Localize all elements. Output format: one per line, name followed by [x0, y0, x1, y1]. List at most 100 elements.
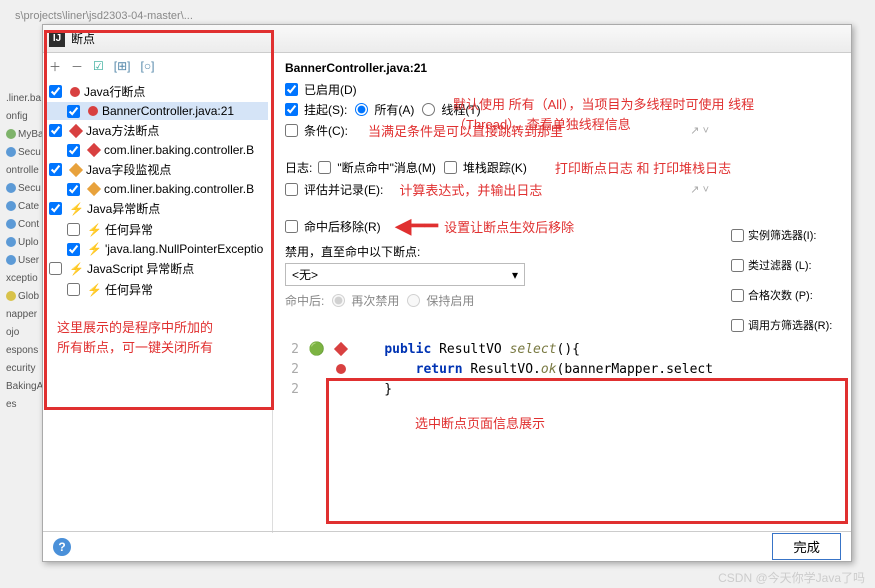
stack-checkbox[interactable] — [444, 161, 457, 174]
hitmsg-checkbox[interactable] — [318, 161, 331, 174]
expand-icon[interactable]: ↗ ˅ — [690, 124, 709, 137]
condition-label: 条件(C): — [304, 122, 348, 139]
left-panel: ＋ － ☑ [⊞] [○] Java行断点 BannerController.ja… — [43, 53, 273, 533]
keep-label: 保持启用 — [426, 292, 474, 309]
tree-item[interactable]: Java字段监视点 — [47, 159, 268, 180]
disable-until-label: 禁用，直至命中以下断点: — [285, 243, 420, 260]
line-bp-icon — [336, 364, 346, 374]
tree-label: 任何异常 — [105, 221, 153, 238]
right-panel: BannerController.java:21 已启用(D) 挂起(S): 所… — [273, 53, 851, 533]
tree-item[interactable]: BannerController.java:21 — [47, 102, 268, 120]
breakpoints-dialog: IJ 断点 ＋ － ☑ [⊞] [○] Java行断点 BannerControl… — [42, 24, 852, 562]
suspend-thread-radio[interactable] — [422, 103, 435, 116]
tree-item[interactable]: ⚡'java.lang.NullPointerExceptio — [47, 240, 268, 258]
tree-label: 'java.lang.NullPointerExceptio — [105, 242, 263, 256]
tree-checkbox[interactable] — [49, 124, 62, 137]
caller-filter-checkbox[interactable] — [731, 319, 744, 332]
tree-item[interactable]: ⚡任何异常 — [47, 279, 268, 300]
bolt-icon: ⚡ — [69, 262, 84, 276]
passcount-checkbox[interactable] — [731, 289, 744, 302]
tree-label: com.liner.baking.controller.B — [104, 182, 254, 196]
tree-item[interactable]: com.liner.baking.controller.B — [47, 141, 268, 159]
redisable-label: 再次禁用 — [351, 292, 399, 309]
condition-checkbox[interactable] — [285, 124, 298, 137]
bolt-icon: ⚡ — [69, 202, 84, 216]
tree-checkbox[interactable] — [67, 144, 80, 157]
tree-checkbox[interactable] — [67, 243, 80, 256]
tree-checkbox[interactable] — [49, 163, 62, 176]
suspend-checkbox[interactable] — [285, 103, 298, 116]
tree-label: com.liner.baking.controller.B — [104, 143, 254, 157]
class-filter-checkbox[interactable] — [731, 259, 744, 272]
bp-type-icon — [69, 162, 83, 176]
breakpoint-tree[interactable]: Java行断点 BannerController.java:21 Java方法断点 c… — [43, 79, 272, 302]
tree-label: 任何异常 — [105, 281, 153, 298]
tree-checkbox[interactable] — [67, 105, 80, 118]
expand-icon[interactable]: [○] — [141, 59, 155, 73]
method-bp-icon — [334, 342, 348, 356]
tree-checkbox[interactable] — [67, 223, 80, 236]
passcount-label: 合格次数 (P): — [748, 287, 813, 303]
code-preview: 2🟢 public ResultVO select(){ 2 return Re… — [285, 333, 839, 438]
dialog-title: 断点 — [71, 30, 95, 47]
check-icon[interactable]: ☑ — [93, 59, 104, 73]
tree-item[interactable]: ⚡Java异常断点 — [47, 198, 268, 219]
project-tree-partial: .liner.baonfig MyBa Secu ontrolle Secu C… — [0, 90, 42, 414]
annotation-log: 打印断点日志 和 打印堆栈日志 — [555, 158, 731, 177]
expand-icon[interactable]: ↗ ˅ — [690, 183, 709, 196]
tree-label: Java字段监视点 — [86, 161, 171, 178]
bp-type-icon — [88, 106, 98, 116]
redisable-radio — [332, 294, 345, 307]
instance-label: 实例筛选器(I): — [748, 227, 816, 243]
log-label: 日志: — [285, 159, 312, 176]
eval-checkbox[interactable] — [285, 183, 298, 196]
bp-type-icon — [69, 123, 83, 137]
chevron-down-icon: ▾ — [512, 268, 518, 282]
bp-type-icon — [87, 143, 101, 157]
tree-label: Java行断点 — [84, 83, 145, 100]
bolt-icon: ⚡ — [87, 283, 102, 297]
caller-label: 调用方筛选器(R): — [748, 317, 832, 333]
tree-label: BannerController.java:21 — [102, 104, 234, 118]
tree-checkbox[interactable] — [49, 202, 62, 215]
remove-checkbox[interactable] — [285, 220, 298, 233]
tree-checkbox[interactable] — [67, 183, 80, 196]
watermark: CSDN @今天你学Java了吗 — [718, 569, 865, 586]
tree-checkbox[interactable] — [67, 283, 80, 296]
tree-item[interactable]: com.liner.baking.controller.B — [47, 180, 268, 198]
tree-label: JavaScript 异常断点 — [87, 260, 194, 277]
enabled-checkbox[interactable] — [285, 83, 298, 96]
all-label: 所有(A) — [374, 101, 414, 118]
bp-title: BannerController.java:21 — [285, 61, 839, 75]
tree-checkbox[interactable] — [49, 262, 62, 275]
bolt-icon: ⚡ — [87, 242, 102, 256]
tree-item[interactable]: Java行断点 — [47, 81, 268, 102]
path-breadcrumb: s\projects\liner\jsd2303-04-master\... — [15, 10, 193, 22]
group-icon[interactable]: [⊞] — [114, 59, 131, 73]
after-label: 命中后: — [285, 292, 324, 309]
titlebar[interactable]: IJ 断点 — [43, 25, 851, 53]
tree-checkbox[interactable] — [49, 85, 62, 98]
annotation-condition: 当满足条件是可以直接跳转到那里 — [368, 121, 563, 140]
annotation-eval: 计算表达式，并输出日志 — [399, 180, 542, 199]
tree-item[interactable]: ⚡任何异常 — [47, 219, 268, 240]
tree-item[interactable]: ⚡JavaScript 异常断点 — [47, 258, 268, 279]
add-icon[interactable]: ＋ — [49, 58, 61, 75]
bp-type-icon — [87, 182, 101, 196]
annotation-code: 选中断点页面信息展示 — [415, 413, 839, 432]
gutter-icon: 🟢 — [305, 342, 329, 357]
annotation-left: 这里展示的是程序中所加的 所有断点，可一键关闭所有 — [43, 314, 272, 361]
done-button[interactable]: 完成 — [772, 533, 841, 560]
bolt-icon: ⚡ — [87, 223, 102, 237]
enabled-label: 已启用(D) — [304, 81, 357, 98]
stack-label: 堆栈跟踪(K) — [463, 159, 527, 176]
disable-until-select[interactable]: <无>▾ — [285, 263, 525, 286]
remove-icon[interactable]: － — [71, 58, 83, 75]
classfilter-label: 类过滤器 (L): — [748, 257, 812, 273]
eval-label: 评估并记录(E): — [304, 181, 383, 198]
help-icon[interactable]: ? — [53, 538, 71, 556]
tree-item[interactable]: Java方法断点 — [47, 120, 268, 141]
instance-filter-checkbox[interactable] — [731, 229, 744, 242]
tree-label: Java异常断点 — [87, 200, 160, 217]
suspend-all-radio[interactable] — [355, 103, 368, 116]
